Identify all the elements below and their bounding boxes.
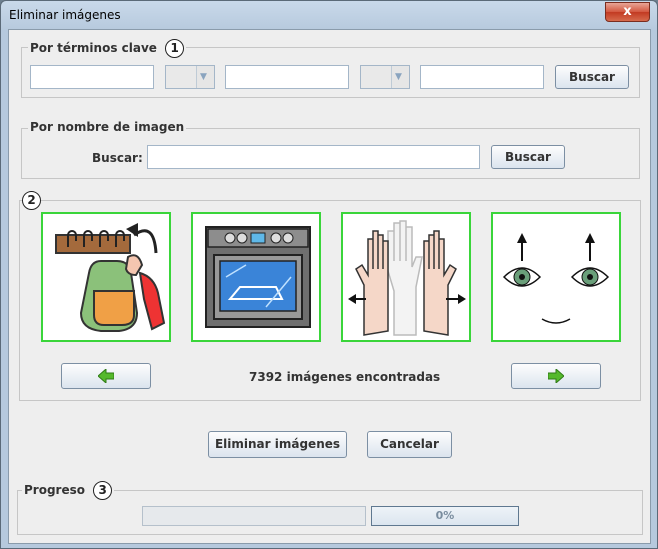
result-image-3[interactable] <box>341 212 471 342</box>
hands-image <box>348 220 466 336</box>
name-search-label: Buscar: <box>92 151 143 165</box>
cancel-button[interactable]: Cancelar <box>367 431 452 458</box>
oven-image <box>205 226 311 328</box>
progress-bar <box>142 506 366 526</box>
keyword-combo-2[interactable]: ▼ <box>360 65 410 89</box>
window-title: Eliminar imágenes <box>9 8 121 22</box>
delete-images-button[interactable]: Eliminar imágenes <box>208 431 347 458</box>
result-image-1[interactable] <box>41 212 171 342</box>
progress-legend: Progreso <box>24 483 85 497</box>
title-bar: Eliminar imágenes x <box>1 1 657 29</box>
keyword-search-group: Por términos clave 1 ▼ ▼ Buscar <box>21 39 640 98</box>
keyword-input-3[interactable] <box>420 65 544 89</box>
chevron-down-icon: ▼ <box>200 72 207 82</box>
eyes-face-image <box>502 233 610 324</box>
dialog-window: Eliminar imágenes x Por términos clave 1… <box>0 0 658 549</box>
arrow-right-icon <box>548 369 564 383</box>
close-button[interactable]: x <box>605 2 650 22</box>
keyword-input-2[interactable] <box>225 65 349 89</box>
name-search-group: Por nombre de imagen Buscar: Buscar <box>21 120 640 179</box>
name-search-input[interactable] <box>147 145 480 169</box>
next-page-button[interactable] <box>511 363 601 389</box>
result-image-2[interactable] <box>191 212 321 342</box>
backpack-hook-image <box>55 223 166 332</box>
keyword-search-legend: Por términos clave <box>30 41 157 55</box>
dialog-content: Por términos clave 1 ▼ ▼ Buscar Por nomb… <box>8 29 651 544</box>
keyword-combo-1[interactable]: ▼ <box>165 65 215 89</box>
arrow-left-icon <box>98 369 114 383</box>
step-2-badge: 2 <box>22 191 41 210</box>
step-1-badge: 1 <box>165 39 185 58</box>
name-search-button[interactable]: Buscar <box>491 145 565 169</box>
step-3-badge: 3 <box>93 481 113 500</box>
keyword-search-button[interactable]: Buscar <box>555 65 629 89</box>
results-group: 2 7392 imágenes encontradas <box>19 191 641 401</box>
chevron-down-icon: ▼ <box>395 72 402 82</box>
previous-page-button[interactable] <box>61 363 151 389</box>
progress-group: Progreso 3 0% <box>17 481 643 535</box>
keyword-input-1[interactable] <box>30 65 154 89</box>
progress-percent: 0% <box>371 506 519 526</box>
result-image-4[interactable] <box>491 212 621 342</box>
results-count: 7392 imágenes encontradas <box>249 370 441 384</box>
close-icon: x <box>623 4 632 19</box>
name-search-legend: Por nombre de imagen <box>30 120 185 134</box>
